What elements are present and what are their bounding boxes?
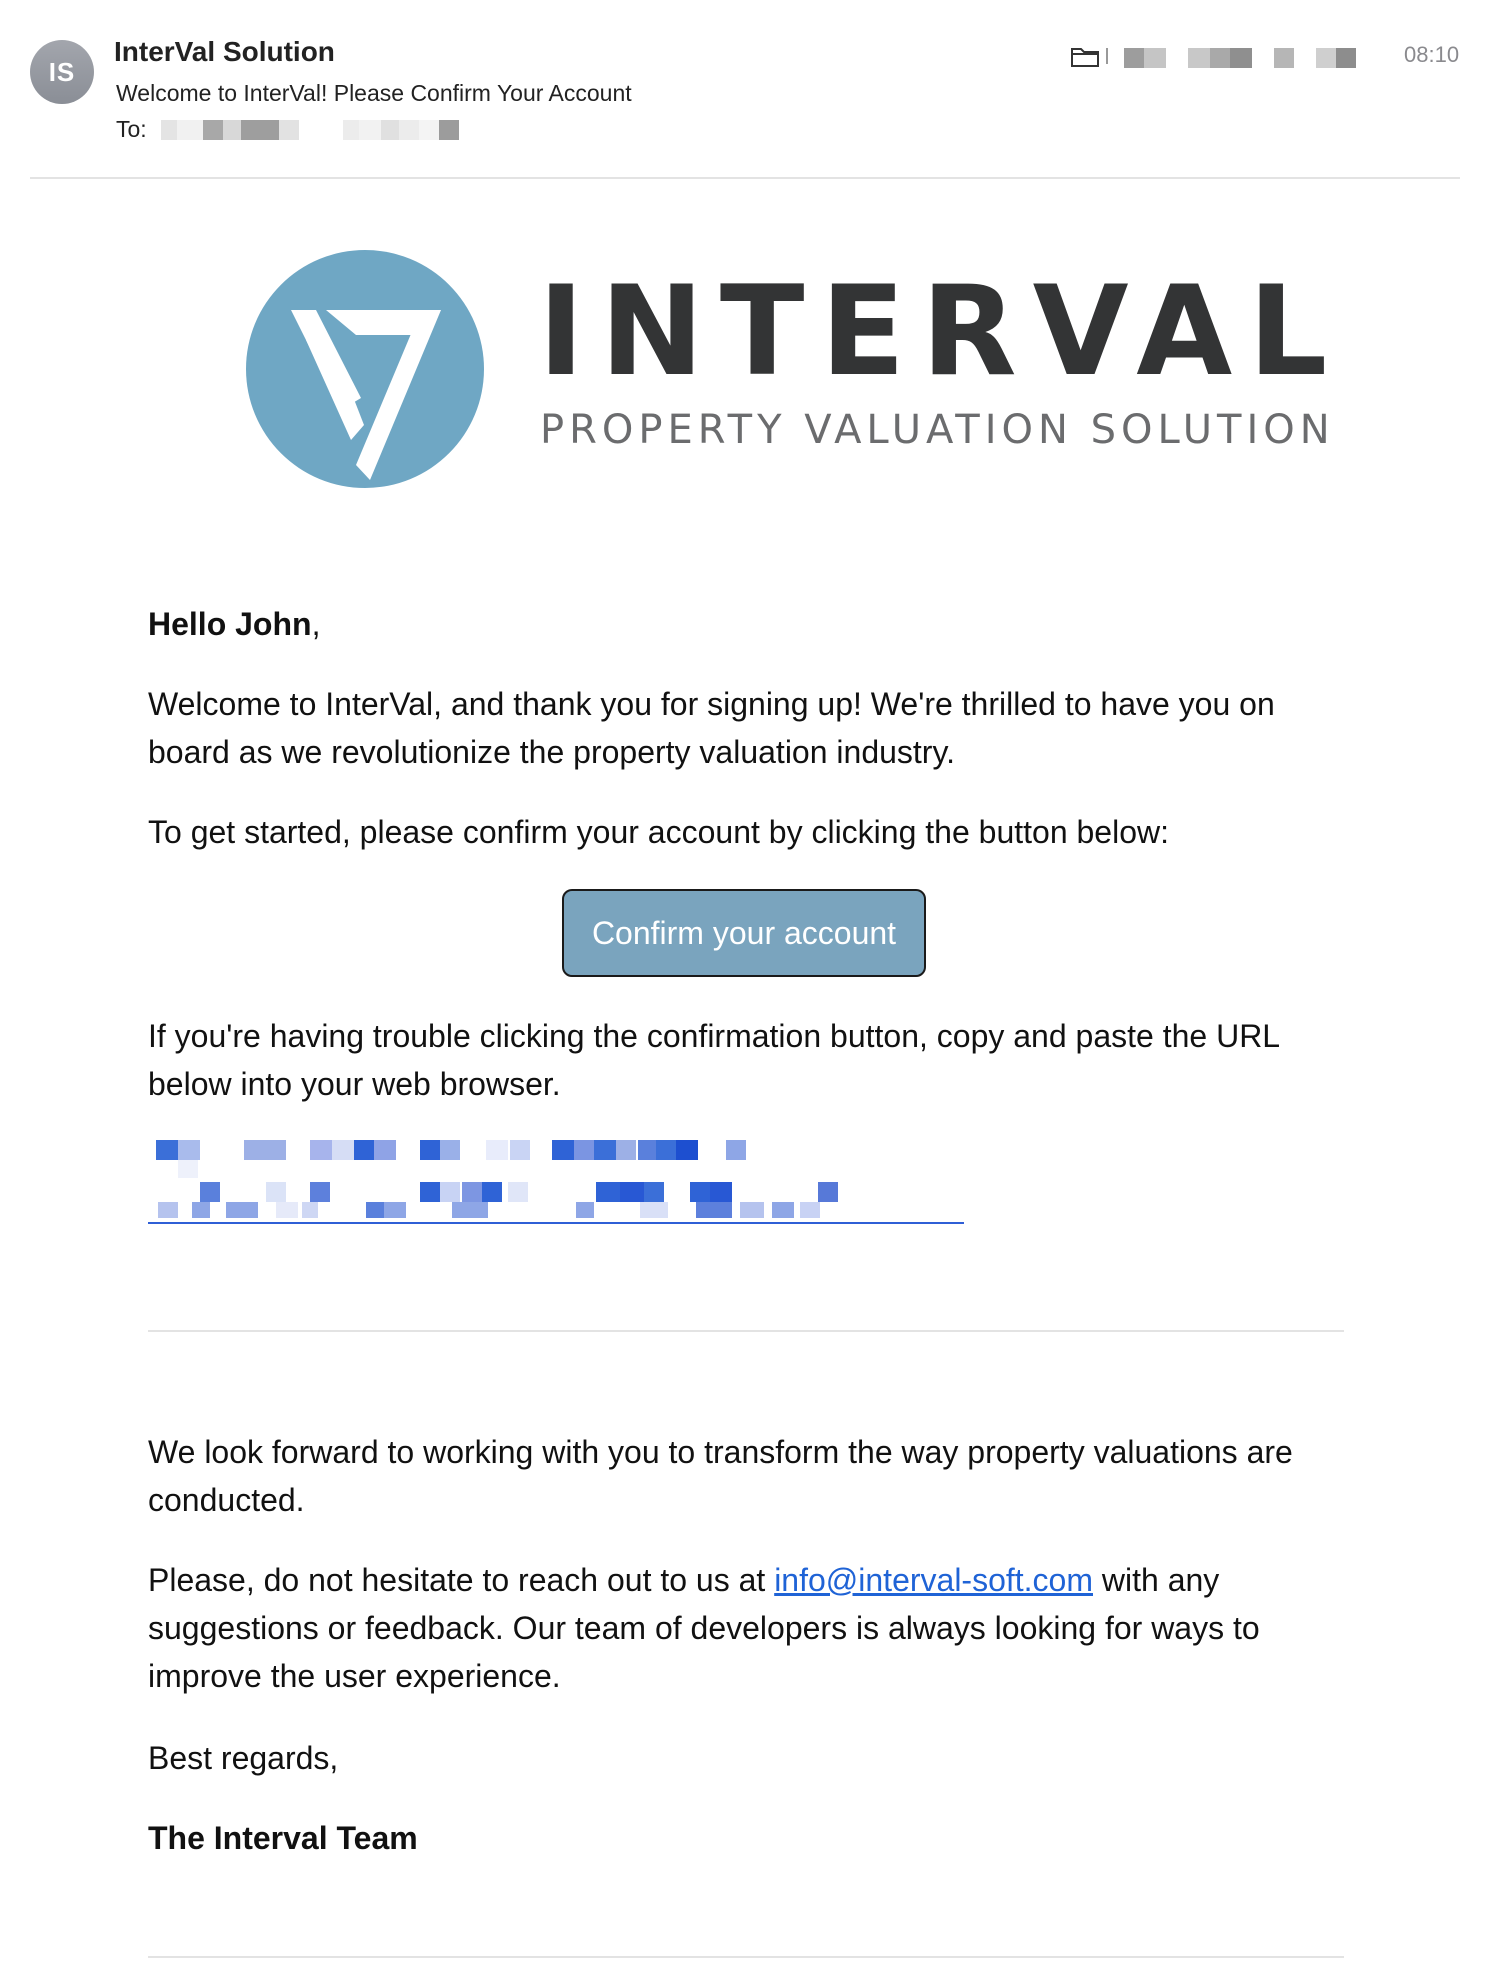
to-label: To: xyxy=(116,116,147,142)
redacted-header-info xyxy=(1124,48,1356,68)
logo-tagline: PROPERTY VALUATION SOLUTION xyxy=(540,407,1335,453)
email-header: IS InterVal Solution Welcome to InterVal… xyxy=(0,0,1500,179)
header-separator xyxy=(1106,48,1108,64)
redacted-confirmation-url[interactable] xyxy=(148,1140,968,1224)
recipient-line: To: xyxy=(116,116,459,143)
logo-wordmark: INTERVAL xyxy=(538,260,1344,404)
redacted-recipient xyxy=(160,119,459,140)
footer-divider xyxy=(148,1956,1344,1958)
confirm-account-button[interactable]: Confirm your account xyxy=(562,889,926,977)
content-divider xyxy=(148,1330,1344,1332)
header-divider xyxy=(30,177,1460,179)
sender-name[interactable]: InterVal Solution xyxy=(114,36,335,68)
contact-paragraph: Please, do not hesitate to reach out to … xyxy=(148,1556,1348,1700)
avatar[interactable]: IS xyxy=(30,40,94,104)
received-time: 08:10 xyxy=(1404,42,1460,67)
greeting-punct: , xyxy=(311,606,321,642)
welcome-paragraph: Welcome to InterVal, and thank you for s… xyxy=(148,686,1275,770)
trouble-paragraph: If you're having trouble clicking the co… xyxy=(148,1018,1279,1102)
url-underline xyxy=(148,1222,964,1224)
instruction-paragraph: To get started, please confirm your acco… xyxy=(148,814,1169,850)
greeting: Hello John, xyxy=(148,600,1348,648)
folder-icon[interactable] xyxy=(1070,44,1100,68)
contact-email-link[interactable]: info@interval-soft.com xyxy=(774,1562,1093,1598)
sign-off: Best regards, xyxy=(148,1740,339,1776)
greeting-name: Hello John xyxy=(148,606,312,642)
signature: The Interval Team xyxy=(148,1820,418,1856)
email-subject: Welcome to InterVal! Please Confirm Your… xyxy=(116,80,632,106)
contact-text-before: Please, do not hesitate to reach out to … xyxy=(148,1562,775,1598)
closing-paragraph: We look forward to working with you to t… xyxy=(148,1434,1293,1518)
